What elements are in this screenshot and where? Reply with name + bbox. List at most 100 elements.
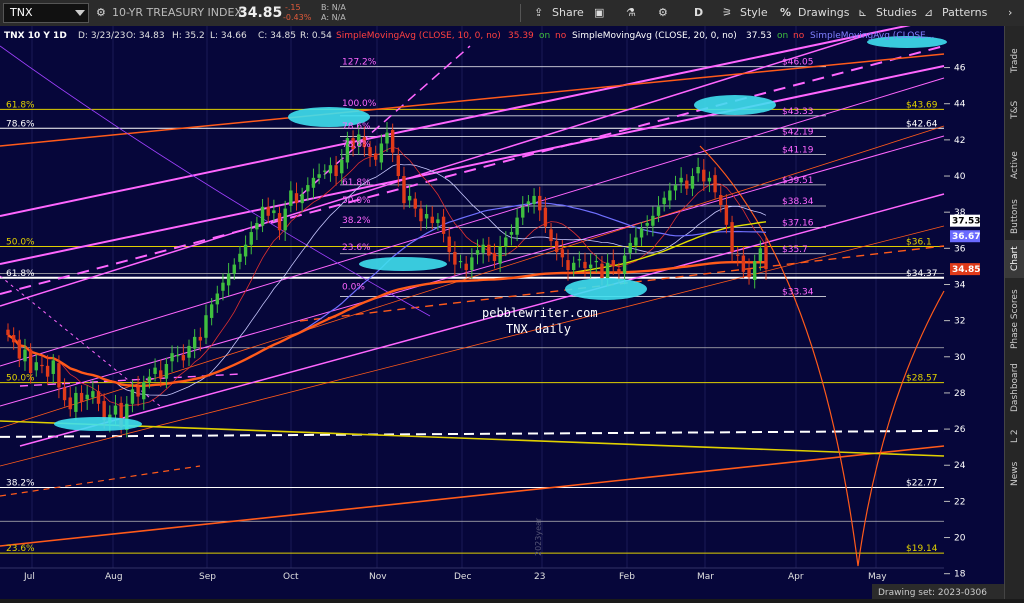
sidebar-tab-phase-scores[interactable]: Phase Scores — [1005, 284, 1024, 354]
candle-body — [594, 260, 598, 263]
fib-retracement-value: $33.34 — [782, 287, 814, 297]
symbol-value: TNX — [10, 6, 33, 19]
fib-level-right-label: $36.1 — [906, 238, 932, 248]
gear-icon[interactable]: ⚙ — [96, 0, 106, 26]
header-high: H: 35.2 — [172, 31, 205, 41]
candle-body — [560, 249, 565, 258]
candle-body — [40, 364, 44, 367]
candle-body — [204, 315, 208, 338]
candle-body — [679, 177, 683, 183]
candle-body — [713, 175, 717, 193]
candle-body — [113, 405, 118, 415]
drawings-button[interactable]: Drawings — [798, 0, 849, 26]
candle-body — [74, 392, 78, 412]
candle-body — [724, 204, 729, 225]
candle-body — [6, 329, 10, 336]
candle-body — [136, 386, 140, 397]
style-button[interactable]: Style — [740, 0, 768, 26]
candle-body — [571, 262, 576, 271]
candle-body — [328, 165, 333, 174]
percent-icon[interactable]: % — [780, 0, 791, 26]
sidebar-tab-news[interactable]: News — [1005, 454, 1024, 494]
candle-body — [334, 165, 338, 177]
candle-body — [696, 166, 700, 174]
candle-body — [170, 353, 174, 362]
candle-body — [226, 273, 231, 286]
x-tick-label: Feb — [619, 572, 635, 582]
candle-body — [255, 223, 259, 230]
price-tag-label: 37.53 — [952, 217, 980, 227]
sma10-on: on — [539, 31, 550, 41]
sidebar-tab-t-s[interactable]: T&S — [1005, 92, 1024, 128]
save-icon[interactable]: ▣ — [594, 0, 604, 26]
candle-body — [549, 229, 553, 242]
candle-body — [266, 206, 270, 216]
settings-gear-icon[interactable]: ⚙ — [658, 0, 668, 26]
patterns-icon[interactable]: ⊿ — [924, 0, 933, 26]
sidebar-tab-l-2[interactable]: L 2 — [1005, 424, 1024, 448]
year-marker: 2023year — [534, 517, 543, 556]
candle-body — [447, 236, 451, 252]
candle-body — [85, 394, 89, 400]
sma10-legend: SimpleMovingAvg (CLOSE, 10, 0, no) — [336, 31, 501, 41]
fib-retracement-value: $41.19 — [782, 146, 814, 156]
candle-body — [28, 349, 33, 374]
flask-icon[interactable]: ⚗ — [626, 0, 636, 26]
fib-level-right-label: $28.57 — [906, 374, 938, 384]
fib-level-right-label: $34.37 — [906, 269, 938, 279]
collapse-icon[interactable]: › — [1008, 0, 1012, 26]
sidebar-tab-buttons[interactable]: Buttons — [1005, 199, 1024, 234]
candle-body — [419, 208, 423, 222]
chevron-down-icon[interactable] — [75, 10, 85, 16]
candle-body — [142, 382, 146, 400]
fib-retracement-value: $35.7 — [782, 245, 808, 255]
studies-button[interactable]: Studies — [876, 0, 917, 26]
y-tick-label: 26 — [954, 425, 966, 435]
y-tick-label: 36 — [954, 244, 966, 254]
header-range: R: 0.54 — [300, 31, 332, 41]
timeframe-button[interactable]: D — [694, 0, 703, 26]
y-tick-label: 20 — [954, 534, 966, 544]
candle-body — [238, 253, 242, 262]
sidebar-tab-trade[interactable]: Trade — [1005, 40, 1024, 82]
studies-icon[interactable]: ⊾ — [858, 0, 867, 26]
candle-body — [651, 215, 655, 226]
chart-area[interactable]: 61.8% $43.69 78.6% $42.64 50.0% $36.1 61.8% $34… — [0, 17, 1004, 599]
candle-body — [481, 244, 485, 253]
patterns-button[interactable]: Patterns — [942, 0, 987, 26]
watermark-caption: TNX daily — [506, 322, 571, 336]
last-price: 34.85 — [238, 5, 283, 21]
fib-level-right-label: $43.69 — [906, 100, 938, 110]
candle-body — [51, 360, 55, 374]
share-button[interactable]: Share — [552, 0, 584, 26]
style-icon[interactable]: ⚞ — [722, 0, 732, 26]
price-chart[interactable]: 61.8% $43.69 78.6% $42.64 50.0% $36.1 61.8% $34… — [0, 17, 1004, 599]
fib-retracement-pct: 23.6% — [342, 243, 371, 253]
candle-body — [413, 198, 417, 209]
candle-body — [79, 392, 84, 402]
y-tick-label: 24 — [954, 461, 966, 471]
y-tick-label: 46 — [954, 64, 966, 74]
sidebar-tab-dashboard[interactable]: Dashboard — [1005, 360, 1024, 416]
candle-body — [453, 251, 457, 265]
share-icon[interactable]: ⇪ — [534, 0, 543, 26]
candle-body — [221, 282, 225, 291]
candle-body — [509, 232, 514, 235]
highlight-ellipse — [359, 257, 447, 271]
candle-body — [588, 264, 593, 269]
highlight-ellipse — [565, 278, 647, 300]
fib-level-right-label: $22.77 — [906, 478, 938, 488]
candle-body — [430, 216, 434, 224]
fib-retracement-pct: 78.6% — [342, 140, 371, 150]
candle-body — [611, 260, 615, 267]
fib-retracement-pct: 38.2% — [342, 216, 371, 226]
candle-body — [407, 195, 412, 201]
symbol-input[interactable]: TNX — [3, 3, 89, 23]
drawing-set-label[interactable]: Drawing set: 2023-0306 — [878, 588, 987, 598]
candle-body — [521, 206, 525, 218]
candle-body — [617, 269, 621, 274]
x-tick-label: Sep — [199, 572, 216, 582]
candle-body — [526, 201, 531, 205]
sidebar-tab-chart[interactable]: Chart — [1005, 240, 1024, 278]
sidebar-tab-active-trader[interactable]: Active Trader — [1005, 136, 1024, 194]
